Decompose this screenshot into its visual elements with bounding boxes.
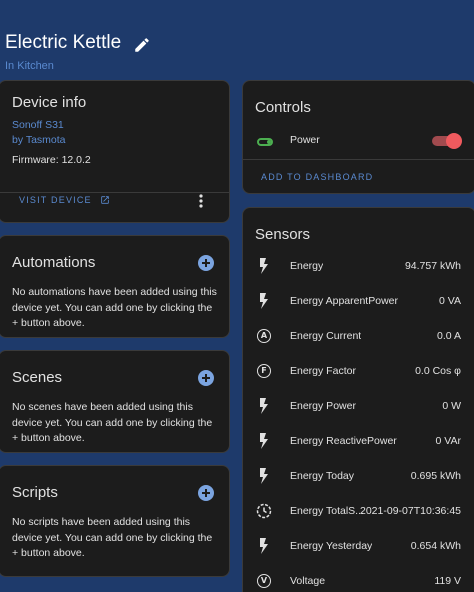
sensor-value: 2021-09-07T10:36:45 — [360, 504, 461, 517]
scenes-empty-text: No scenes have been added using this dev… — [12, 401, 213, 444]
sensor-row[interactable]: Energy ApparentPower 0 VA — [243, 283, 474, 318]
device-model: Sonoff S31 — [12, 119, 64, 131]
flash-icon — [256, 467, 272, 484]
sensor-row[interactable]: V Voltage 119 V — [243, 563, 474, 592]
sensor-value: 0 VA — [439, 294, 461, 307]
automations-card: Automations No automations have been add… — [0, 235, 230, 338]
device-manufacturer: by Tasmota — [12, 134, 66, 146]
divider — [243, 159, 474, 160]
controls-title: Controls — [255, 99, 311, 116]
power-factor-icon: F — [256, 363, 272, 379]
sensor-name: Energy Factor — [290, 364, 356, 377]
power-control-row[interactable]: Power — [243, 129, 474, 159]
sensor-name: Energy ApparentPower — [290, 294, 398, 307]
sensor-name: Energy Yesterday — [290, 539, 373, 552]
scenes-title: Scenes — [12, 369, 63, 386]
sensor-name: Energy Power — [290, 399, 356, 412]
page-header: Electric Kettle In Kitchen — [5, 32, 151, 72]
sensor-value: 119 V — [434, 574, 461, 587]
power-label: Power — [290, 134, 320, 146]
sensor-row[interactable]: Energy Today 0.695 kWh — [243, 458, 474, 493]
scripts-empty-text: No scripts have been added using this de… — [12, 516, 213, 559]
sensor-row[interactable]: F Energy Factor 0.0 Cos φ — [243, 353, 474, 388]
automations-title: Automations — [12, 254, 96, 271]
sensor-name: Energy Today — [290, 469, 355, 482]
flash-icon — [256, 292, 272, 309]
sensor-row[interactable]: A Energy Current 0.0 A — [243, 318, 474, 353]
sensor-value: 0.695 kWh — [410, 469, 461, 482]
sensors-title: Sensors — [255, 226, 311, 243]
sensors-card: Sensors Energy 94.757 kWh Energy Apparen… — [242, 207, 474, 592]
sensor-name: Energy ReactivePower — [290, 434, 397, 447]
sensor-row[interactable]: Energy 94.757 kWh — [243, 248, 474, 283]
add-scene-button[interactable] — [198, 370, 214, 386]
more-vertical-icon[interactable] — [195, 193, 207, 209]
add-automation-button[interactable] — [198, 255, 214, 271]
area-label[interactable]: In Kitchen — [5, 60, 151, 72]
pencil-icon[interactable] — [133, 36, 151, 54]
flash-icon — [256, 537, 272, 554]
sensor-name: Energy Current — [290, 329, 362, 342]
visit-device-button[interactable]: VISIT DEVICE — [19, 195, 110, 205]
sensor-name: Voltage — [290, 574, 326, 587]
automations-empty-text: No automations have been added using thi… — [12, 286, 217, 329]
controls-card: Controls Power ADD TO DASHBOARD — [242, 80, 474, 194]
scripts-card: Scripts No scripts have been added using… — [0, 465, 230, 577]
sensor-row[interactable]: Energy Yesterday 0.654 kWh — [243, 528, 474, 563]
power-socket-toggle-icon — [257, 138, 273, 146]
sensor-name: Energy — [290, 259, 324, 272]
sensor-value: 0.654 kWh — [410, 539, 461, 552]
device-info-title: Device info — [12, 94, 87, 111]
device-firmware: Firmware: 12.0.2 — [12, 154, 91, 166]
voltage-icon: V — [256, 573, 272, 589]
flash-icon — [256, 397, 272, 414]
sensor-value: 0 VAr — [435, 434, 461, 447]
sensor-value: 0.0 Cos φ — [415, 364, 461, 377]
open-in-new-icon — [101, 196, 109, 204]
clock-icon — [256, 503, 272, 519]
sensor-value: 0 W — [442, 399, 461, 412]
add-to-dashboard-button[interactable]: ADD TO DASHBOARD — [261, 172, 373, 182]
power-switch[interactable] — [432, 133, 462, 149]
visit-device-label: VISIT DEVICE — [19, 195, 92, 205]
flash-icon — [256, 257, 272, 274]
current-ac-icon: A — [256, 328, 272, 344]
scripts-title: Scripts — [12, 484, 58, 501]
scenes-card: Scenes No scenes have been added using t… — [0, 350, 230, 453]
sensor-row[interactable]: Energy TotalS... 2021-09-07T10:36:45 — [243, 493, 474, 528]
page-title: Electric Kettle — [5, 32, 122, 53]
sensor-row[interactable]: Energy Power 0 W — [243, 388, 474, 423]
sensor-value: 0.0 A — [437, 329, 461, 342]
sensor-value: 94.757 kWh — [404, 259, 461, 272]
add-script-button[interactable] — [198, 485, 214, 501]
sensor-name: Energy TotalS... — [290, 504, 364, 517]
sensor-row[interactable]: Energy ReactivePower 0 VAr — [243, 423, 474, 458]
flash-icon — [256, 432, 272, 449]
